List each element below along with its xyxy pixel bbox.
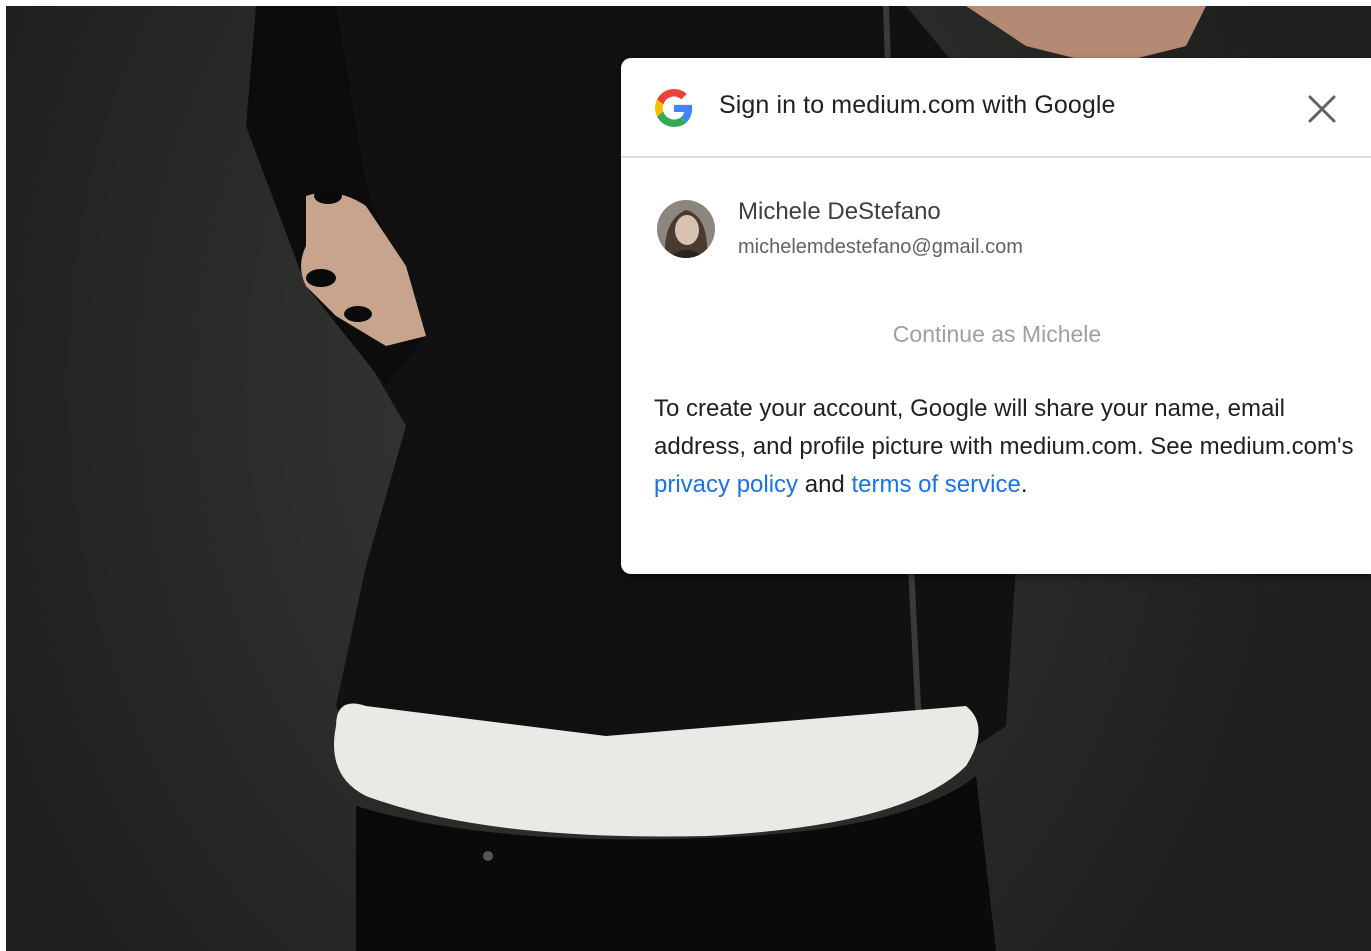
disclaimer-text-after: . [1020,471,1028,498]
account-row[interactable]: Michele DeStefano michelemdestefano@gmai… [657,198,1337,262]
close-button[interactable] [1305,92,1339,126]
dialog-title: Sign in to medium.com with Google [719,91,1116,119]
terms-of-service-link[interactable]: terms of service [851,471,1020,498]
continue-button[interactable]: Continue as Michele [657,308,1337,358]
disclaimer-text-before: To create your account, Google will shar… [654,395,1354,460]
account-email: michelemdestefano@gmail.com [738,236,1023,258]
disclaimer-text: To create your account, Google will shar… [654,390,1354,504]
close-icon [1308,95,1336,123]
avatar [657,200,715,258]
dialog-header: Sign in to medium.com with Google [621,58,1371,158]
account-name: Michele DeStefano [738,198,941,225]
disclaimer-text-middle: and [798,471,852,498]
google-g-icon [655,89,693,127]
privacy-policy-link[interactable]: privacy policy [654,471,798,498]
google-one-tap-dialog: Sign in to medium.com with Google Michel… [621,58,1371,574]
avatar-image [657,200,715,258]
